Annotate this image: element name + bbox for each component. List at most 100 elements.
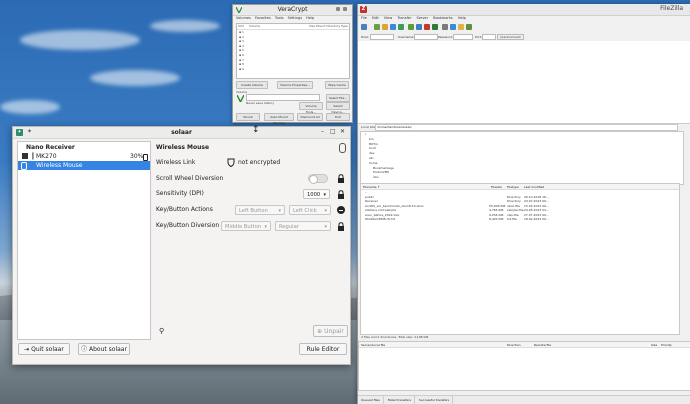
reconnect-icon[interactable] — [442, 24, 448, 30]
col-last-modified[interactable]: Last modified — [524, 185, 544, 189]
col-volume[interactable]: Volume — [249, 24, 260, 28]
toggle-log-icon[interactable] — [374, 24, 380, 30]
compare-icon[interactable] — [450, 24, 456, 30]
filezilla-menubar: File Edit View Transfer Server Bookmarks… — [358, 16, 690, 23]
toggle-queue-icon[interactable] — [398, 24, 404, 30]
menu-help[interactable]: Help — [306, 16, 314, 20]
menu-server[interactable]: Server — [417, 16, 428, 20]
shield-icon — [227, 158, 235, 167]
process-queue-icon[interactable] — [416, 24, 422, 30]
minimize-icon[interactable]: – — [321, 128, 324, 135]
quickconnect-button[interactable]: Quickconnect — [497, 34, 524, 40]
col-priority[interactable]: Priority — [661, 343, 672, 347]
cancel-icon[interactable] — [424, 24, 430, 30]
menu-favorites[interactable]: Favorites — [255, 16, 271, 20]
wipe-cache-button[interactable]: Wipe Cache — [325, 81, 349, 89]
username-label: Username: — [398, 34, 415, 39]
refresh-icon[interactable] — [408, 24, 414, 30]
lock-icon[interactable] — [337, 190, 345, 199]
close-icon[interactable] — [343, 7, 347, 11]
tab-failed-transfers[interactable]: Failed transfers — [385, 396, 415, 404]
local-file-list[interactable]: Filename ↑ Filesize Filetype Last modifi… — [360, 183, 680, 335]
dpi-select[interactable]: 1000 ▾ — [303, 189, 330, 199]
tab-successful-transfers[interactable]: Successful transfers — [416, 396, 454, 404]
local-directory-tree[interactable]: / bin BOT/u boot dev etc home Bookmarkag… — [360, 131, 684, 185]
battery-icon — [143, 154, 148, 161]
maximize-icon[interactable]: □ — [330, 128, 336, 135]
volume-tools-button[interactable]: Volume Tools... — [299, 102, 323, 114]
toggle-tree-icon[interactable] — [382, 24, 388, 30]
col-filesize[interactable]: Filesize — [491, 185, 502, 189]
dismount-all-button[interactable]: Dismount All — [297, 113, 323, 121]
receiver-row[interactable]: Nano Receiver — [18, 143, 150, 152]
tab-queued-files[interactable]: Queued files — [358, 396, 384, 404]
col-mount-directory[interactable]: Mount Directory — [316, 24, 340, 28]
scroll-diversion-toggle[interactable] — [308, 174, 328, 184]
col-direction[interactable]: Direction — [507, 343, 521, 347]
veracrypt-title: VeraCrypt — [277, 6, 308, 13]
col-size[interactable]: Size — [651, 343, 657, 347]
exit-button[interactable]: Exit — [326, 113, 350, 121]
menu-transfer[interactable]: Transfer — [397, 16, 411, 20]
search-icon[interactable] — [466, 24, 472, 30]
create-volume-button[interactable]: Create Volume — [236, 81, 268, 89]
auto-mount-button[interactable]: Auto-Mount Devices — [264, 113, 294, 125]
lock-icon[interactable] — [337, 174, 345, 183]
unpair-button[interactable]: ⊕ Unpair — [313, 325, 348, 337]
select-file-button[interactable]: Select File... — [326, 94, 350, 102]
message-log[interactable] — [358, 41, 690, 124]
about-solaar-button[interactable]: ⓘ About solaar — [78, 343, 130, 355]
file-row[interactable]: WinDbxCDM8.ctl.txt 8,420 KiB txt-file 18… — [361, 217, 679, 222]
menu-view[interactable]: View — [384, 16, 392, 20]
col-remote-file[interactable]: Remote file — [534, 343, 551, 347]
device-row[interactable]: ┃ MK270 30% — [18, 152, 150, 161]
menu-tools[interactable]: Tools — [275, 16, 284, 20]
volume-slot-list[interactable]: Slot Volume Size Mount Directory Type ▪ … — [236, 23, 350, 79]
menu-bookmarks[interactable]: Bookmarks — [433, 16, 453, 20]
veracrypt-titlebar[interactable]: VeraCrypt — [233, 5, 352, 16]
lock-icon[interactable] — [337, 222, 345, 231]
cloud — [0, 100, 60, 114]
never-save-history-checkbox[interactable]: Never save history — [246, 101, 274, 105]
reset-icon[interactable] — [337, 206, 345, 214]
col-server-local-file[interactable]: Server/Local file — [361, 343, 385, 347]
menu-edit[interactable]: Edit — [372, 16, 379, 20]
minimize-icon[interactable] — [336, 7, 340, 11]
key-diversion-mode-select[interactable]: Regular ▾ — [275, 221, 331, 231]
volume-properties-button[interactable]: Volume Properties... — [277, 81, 313, 89]
volume-path-input[interactable] — [246, 94, 320, 101]
password-input[interactable] — [453, 34, 473, 40]
col-size[interactable]: Size — [309, 24, 315, 28]
col-type[interactable]: Type — [341, 24, 348, 28]
menu-settings[interactable]: Settings — [288, 16, 302, 20]
menu-file[interactable]: File — [361, 16, 367, 20]
device-row-selected[interactable]: Wireless Mouse — [18, 161, 150, 170]
rule-editor-button[interactable]: Rule Editor — [299, 343, 347, 355]
slot-row[interactable]: ▪ 9 — [237, 67, 349, 72]
site-manager-icon[interactable] — [361, 24, 367, 30]
key-actions-action-select[interactable]: Left Click ▾ — [289, 205, 331, 215]
disconnect-icon[interactable] — [432, 24, 438, 30]
close-icon[interactable]: ✕ — [340, 128, 345, 135]
select-device-button[interactable]: Select Device... — [326, 102, 350, 114]
solaar-titlebar[interactable]: ✦ ✦ solaar – □ ✕ — [13, 127, 350, 139]
quit-solaar-button[interactable]: ⇥ Quit solaar — [18, 343, 70, 355]
transfer-queue[interactable]: Server/Local file Direction Remote file … — [358, 341, 690, 391]
host-input[interactable] — [370, 34, 394, 40]
key-actions-button-select[interactable]: Left Button ▾ — [235, 205, 285, 215]
filezilla-titlebar[interactable]: Z FileZilla — [358, 4, 690, 16]
local-site-path[interactable]: /home/dan/Downloads/ — [375, 124, 678, 131]
mount-button[interactable]: Mount — [236, 113, 260, 121]
col-filetype[interactable]: Filetype — [507, 185, 519, 189]
menu-volumes[interactable]: Volumes — [236, 16, 251, 20]
port-input[interactable] — [482, 34, 496, 40]
toggle-remote-tree-icon[interactable] — [390, 24, 396, 30]
menu-help[interactable]: Help — [458, 16, 466, 20]
sync-browse-icon[interactable] — [458, 24, 464, 30]
col-filename[interactable]: Filename ↑ — [363, 185, 380, 189]
tree-item[interactable]: dan — [365, 175, 683, 180]
username-input[interactable] — [414, 34, 438, 40]
device-list[interactable]: Nano Receiver ┃ MK270 30% Wireless Mouse — [17, 141, 151, 340]
col-slot[interactable]: Slot — [238, 24, 244, 28]
key-diversion-button-select[interactable]: Middle Button ▾ — [221, 221, 271, 231]
